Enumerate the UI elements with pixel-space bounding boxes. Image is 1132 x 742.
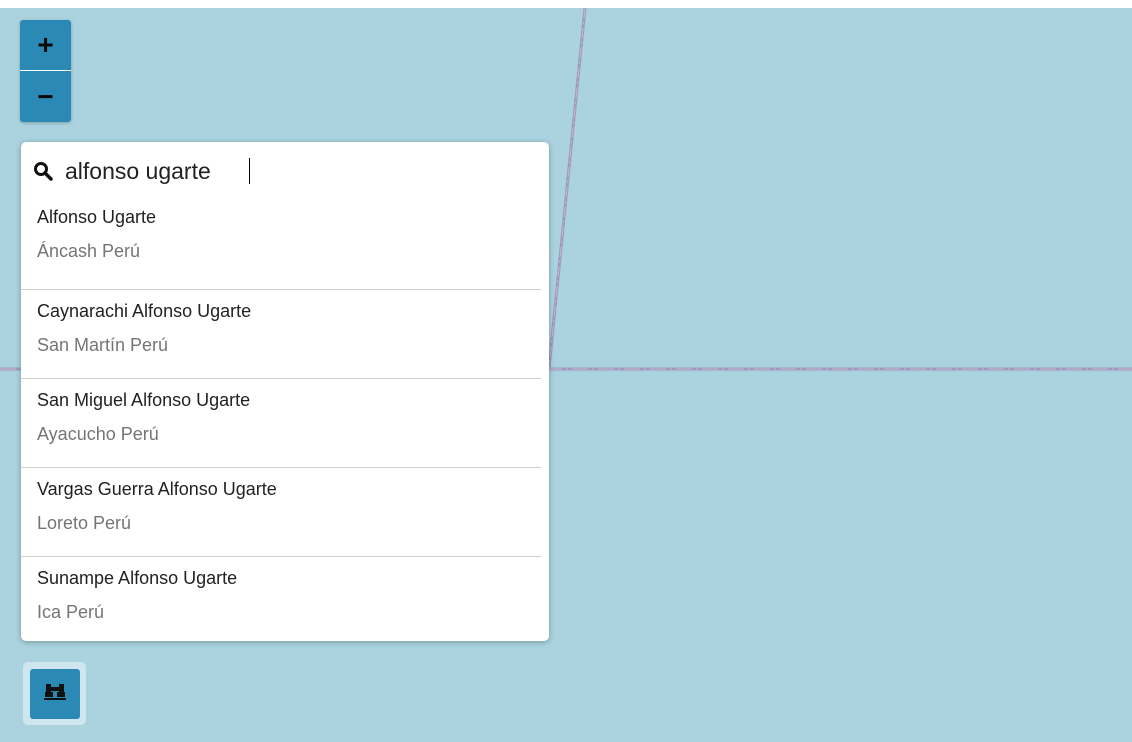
binoculars-icon	[43, 682, 66, 705]
result-name: Alfonso Ugarte	[37, 207, 157, 227]
result-region: Ica Perú	[37, 602, 105, 622]
search-result-item[interactable]: San Miguel Alfonso Ugarte Ayacucho Perú	[21, 378, 541, 467]
search-result-item[interactable]: Sunampe Alfonso Ugarte Ica Perú	[21, 556, 541, 641]
result-name: Vargas Guerra Alfonso Ugarte	[37, 479, 277, 499]
search-input[interactable]	[65, 157, 505, 185]
result-name: Caynarachi Alfonso Ugarte	[37, 301, 252, 321]
result-name: San Miguel Alfonso Ugarte	[37, 390, 251, 410]
result-region: Ayacucho Perú	[37, 424, 159, 444]
result-region: San Martín Perú	[37, 335, 169, 355]
binoculars-button-frame	[23, 662, 86, 725]
zoom-control: + −	[20, 20, 71, 122]
binoculars-button[interactable]	[29, 668, 80, 719]
search-results-list: Alfonso Ugarte Áncash Perú Caynarachi Al…	[21, 200, 549, 641]
search-result-item[interactable]: Caynarachi Alfonso Ugarte San Martín Per…	[21, 289, 541, 378]
text-caret	[249, 158, 250, 184]
result-name: Sunampe Alfonso Ugarte	[37, 568, 238, 588]
zoom-out-button[interactable]: −	[20, 71, 71, 122]
search-icon	[33, 161, 53, 181]
search-row	[21, 142, 549, 200]
result-region: Áncash Perú	[37, 241, 141, 261]
search-panel: Alfonso Ugarte Áncash Perú Caynarachi Al…	[21, 142, 549, 641]
zoom-in-button[interactable]: +	[20, 20, 71, 71]
result-region: Loreto Perú	[37, 513, 132, 533]
search-result-item[interactable]: Alfonso Ugarte Áncash Perú	[21, 200, 541, 289]
search-result-item[interactable]: Vargas Guerra Alfonso Ugarte Loreto Perú	[21, 467, 541, 556]
